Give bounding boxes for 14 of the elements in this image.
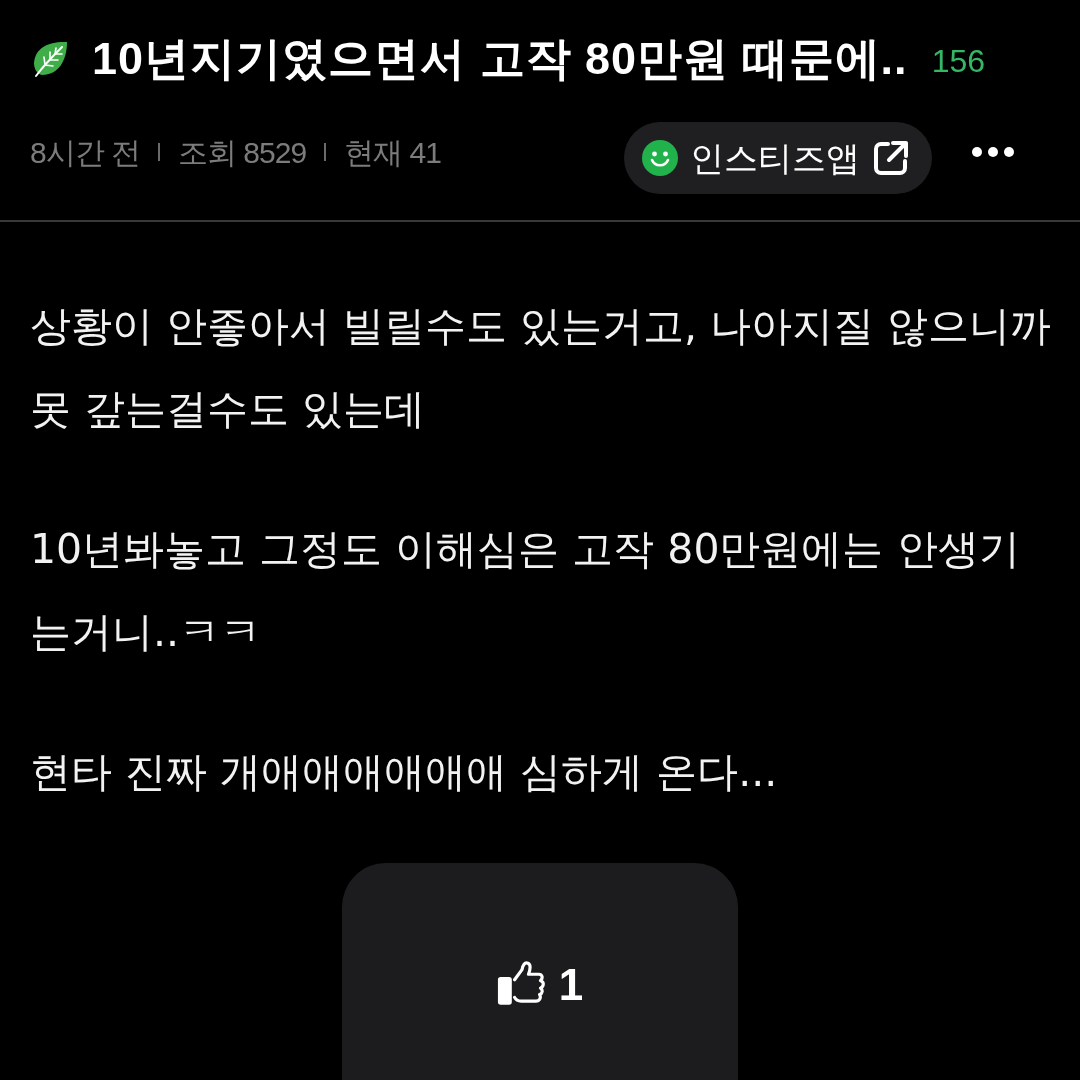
body-paragraph: 10년봐놓고 그정도 이해심은 고작 80만원에는 안생기는거니..ㅋㅋ bbox=[30, 524, 1021, 658]
smiley-icon bbox=[642, 140, 678, 176]
body-paragraph: 현타 진짜 개애애애애애애 심하게 온다... bbox=[30, 747, 779, 798]
external-link-icon bbox=[872, 139, 910, 177]
like-button[interactable]: 1 bbox=[342, 863, 738, 1080]
body-paragraph: 상황이 안좋아서 빌릴수도 있는거고, 나아지질 않으니까 못 갚는걸수도 있는데 bbox=[30, 301, 1052, 435]
comment-count[interactable]: 156 bbox=[931, 37, 985, 85]
post-meta: 조회 8529 bbox=[178, 134, 307, 171]
more-icon[interactable] bbox=[972, 147, 1014, 157]
post-title: 10년지기였으면서 고작 80만원 때문에.. bbox=[92, 32, 908, 87]
app-open-button[interactable]: 인스티즈앱 bbox=[624, 122, 932, 194]
thumbs-up-icon bbox=[496, 961, 547, 1006]
post-meta: 8시간 전 bbox=[30, 134, 141, 171]
post-meta: 현재 41 bbox=[344, 134, 441, 171]
